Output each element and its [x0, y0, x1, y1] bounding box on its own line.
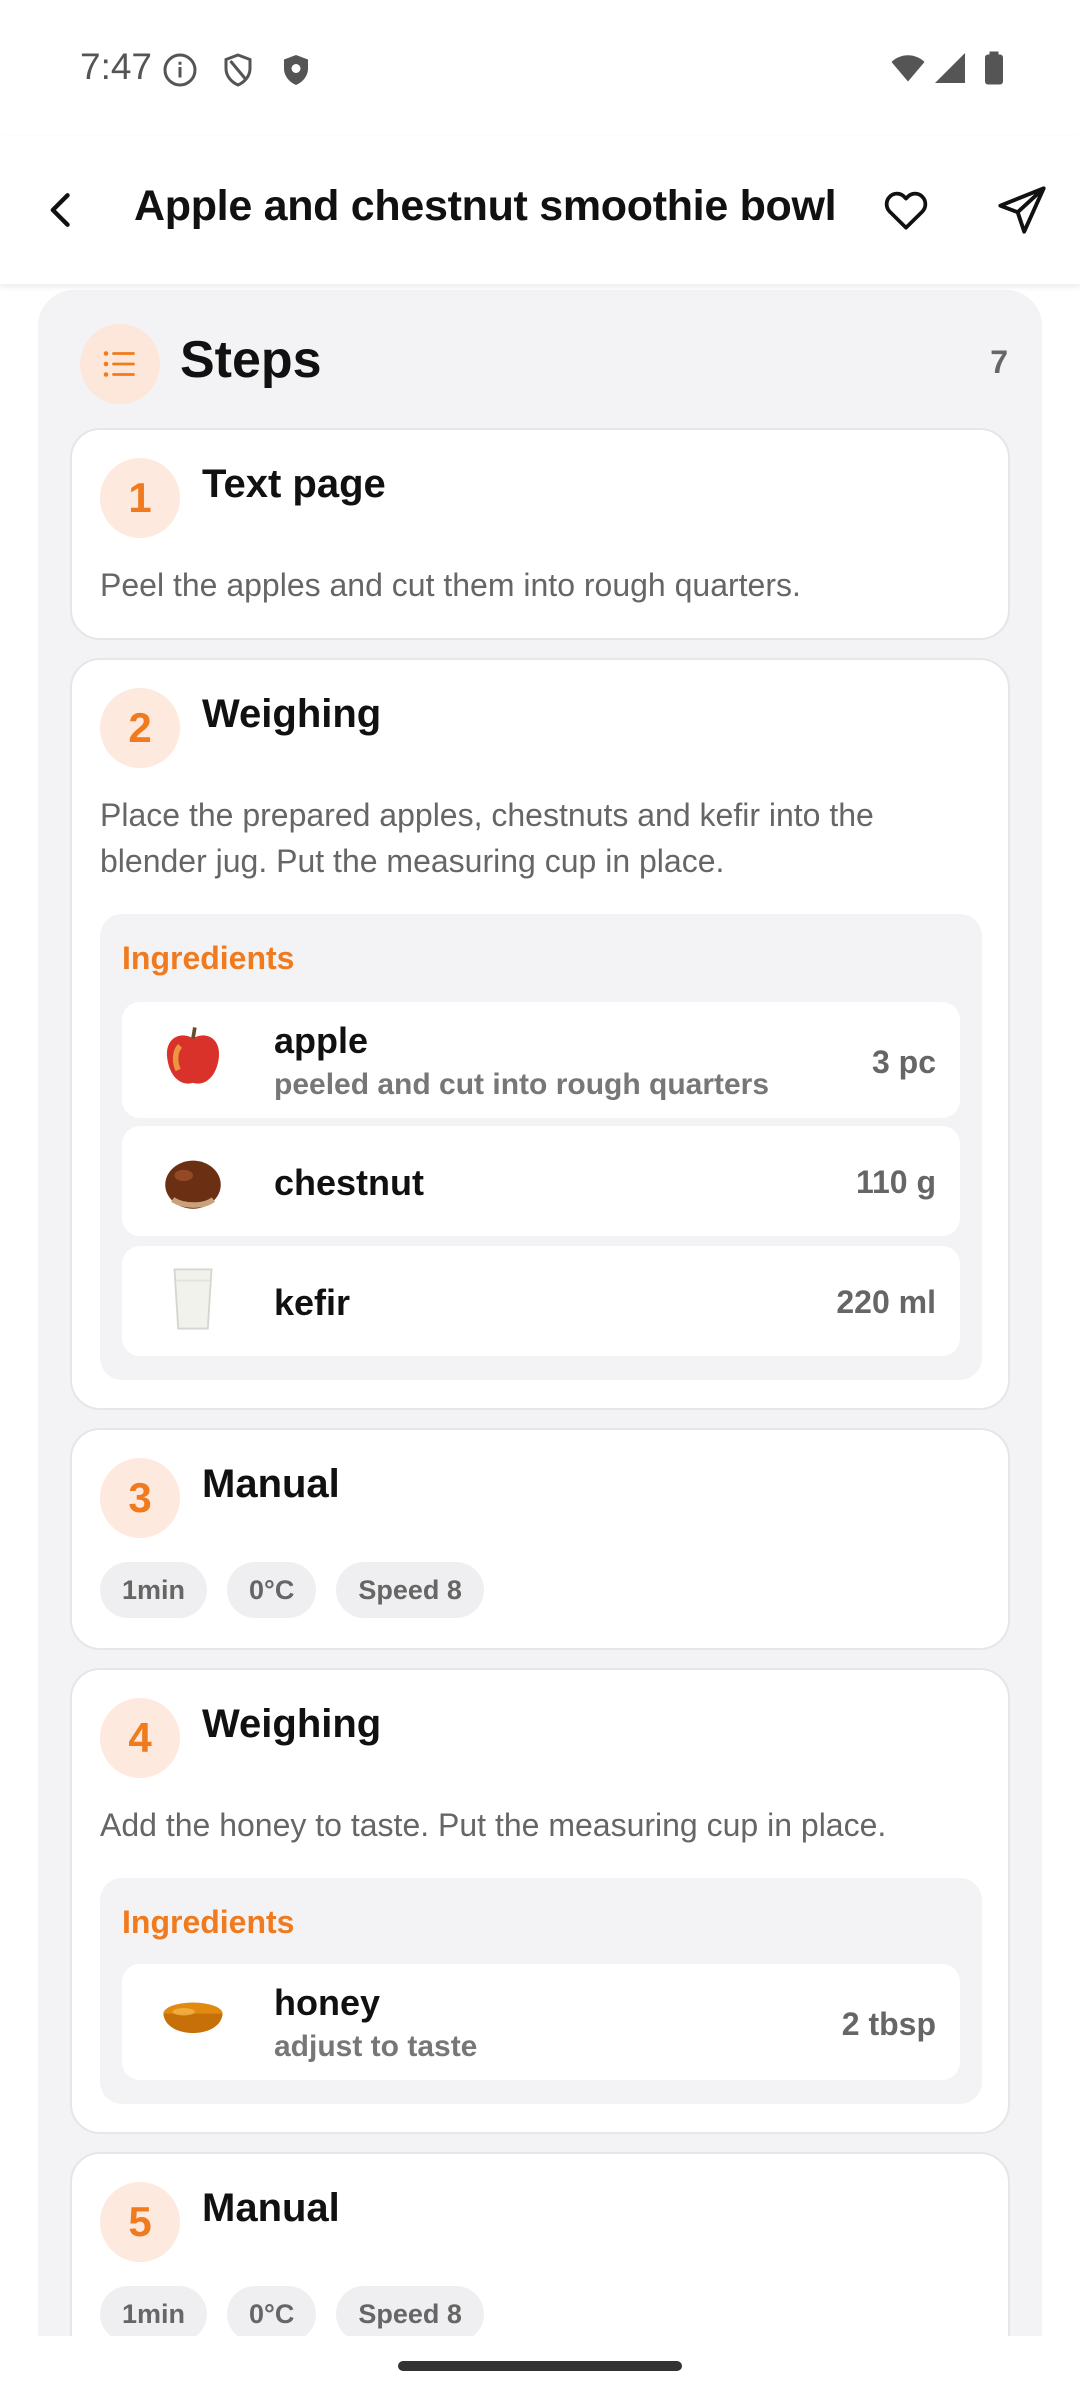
- step-description: Place the prepared apples, chestnuts and…: [100, 797, 874, 879]
- home-indicator[interactable]: [398, 2361, 682, 2371]
- favorite-button[interactable]: [874, 178, 938, 242]
- status-bar: 7:47: [0, 0, 1080, 136]
- status-time: 7:47: [80, 46, 153, 87]
- step-settings-chips: 1min 0°C Speed 8: [100, 1562, 484, 1618]
- steps-count: 7: [990, 344, 1008, 380]
- ingredients-heading: Ingredients: [122, 1904, 295, 1940]
- battery-icon: [985, 51, 1003, 85]
- share-button[interactable]: [990, 178, 1054, 242]
- ingredient-item-honey[interactable]: honey adjust to taste 2 tbsp: [122, 1964, 960, 2080]
- step-number: 1: [100, 458, 180, 538]
- time-chip: 1min: [100, 1562, 208, 1618]
- kefir-glass-image: [173, 1268, 213, 1330]
- step-description: Add the honey to taste. Put the measurin…: [100, 1807, 887, 1843]
- ingredient-note: peeled and cut into rough quarters: [274, 1068, 770, 1101]
- steps-panel: Steps 7 1 Text page Peel the apples and …: [38, 290, 1042, 2336]
- list-icon-badge: [80, 324, 160, 404]
- step-number: 4: [100, 1698, 180, 1778]
- step-settings-chips: 1min 0°C Speed 8: [100, 2286, 484, 2336]
- steps-title: Steps: [180, 331, 322, 389]
- heart-outline-icon: [884, 191, 928, 230]
- apple-image: [166, 1027, 220, 1084]
- ingredient-quantity: 220 ml: [836, 1284, 936, 1320]
- app-bar: Apple and chestnut smoothie bowl: [0, 136, 1080, 284]
- step-card-2[interactable]: 2 Weighing Place the prepared apples, ch…: [70, 658, 1010, 1410]
- temperature-chip: 0°C: [227, 2286, 317, 2336]
- ingredient-name: chestnut: [274, 1162, 425, 1203]
- ingredient-quantity: 110 g: [855, 1164, 936, 1200]
- wifi-icon: [891, 55, 925, 82]
- info-circle-icon: [163, 53, 197, 87]
- ingredient-quantity: 3 pc: [871, 1044, 936, 1080]
- speed-chip: Speed 8: [336, 2286, 484, 2336]
- step-card-5[interactable]: 5 Manual 1min 0°C Speed 8: [70, 2152, 1010, 2336]
- ingredient-note: adjust to taste: [274, 2030, 478, 2063]
- step-title: Manual: [202, 2186, 340, 2230]
- speed-chip: Speed 8: [336, 1562, 484, 1618]
- back-button[interactable]: [32, 180, 92, 240]
- ingredient-name: kefir: [274, 1282, 351, 1323]
- temperature-chip: 0°C: [227, 1562, 317, 1618]
- step-title: Manual: [202, 1462, 340, 1506]
- back-arrow-icon: [50, 193, 70, 227]
- list-icon: [103, 351, 135, 377]
- ingredient-quantity: 2 tbsp: [841, 2006, 936, 2042]
- steps-header: Steps 7: [38, 290, 1042, 430]
- step-title: Text page: [202, 462, 386, 506]
- ingredient-item-chestnut[interactable]: chestnut 110 g: [122, 1126, 960, 1236]
- step-number: 5: [100, 2182, 180, 2262]
- time-chip: 1min: [100, 2286, 208, 2336]
- step-card-3[interactable]: 3 Manual 1min 0°C Speed 8: [70, 1428, 1010, 1650]
- ingredients-heading: Ingredients: [122, 940, 295, 976]
- step-number: 3: [100, 1458, 180, 1538]
- chestnut-image: [165, 1160, 221, 1209]
- ingredient-item-kefir[interactable]: kefir 220 ml: [122, 1246, 960, 1356]
- step-number: 2: [100, 688, 180, 768]
- ingredient-name: apple: [274, 1020, 369, 1061]
- ingredients-box: Ingredients honey adjust to taste 2 tbsp: [100, 1878, 982, 2104]
- ingredients-box: Ingredients apple peeled and cut into ro…: [100, 914, 982, 1380]
- step-title: Weighing: [202, 1702, 382, 1746]
- ingredient-item-apple[interactable]: apple peeled and cut into rough quarters…: [122, 1002, 960, 1118]
- honey-bowl-image: [163, 2002, 223, 2034]
- step-card-4[interactable]: 4 Weighing Add the honey to taste. Put t…: [70, 1668, 1010, 2134]
- step-card-1[interactable]: 1 Text page Peel the apples and cut them…: [70, 428, 1010, 640]
- shield-outline-icon: [224, 53, 252, 87]
- signal-icon: [935, 53, 965, 83]
- page-title: Apple and chestnut smoothie bowl: [134, 182, 837, 230]
- ingredient-name: honey: [274, 1982, 381, 2023]
- send-icon: [998, 186, 1046, 234]
- step-title: Weighing: [202, 692, 382, 736]
- shield-filled-icon: [284, 55, 308, 85]
- step-description: Peel the apples and cut them into rough …: [100, 567, 801, 603]
